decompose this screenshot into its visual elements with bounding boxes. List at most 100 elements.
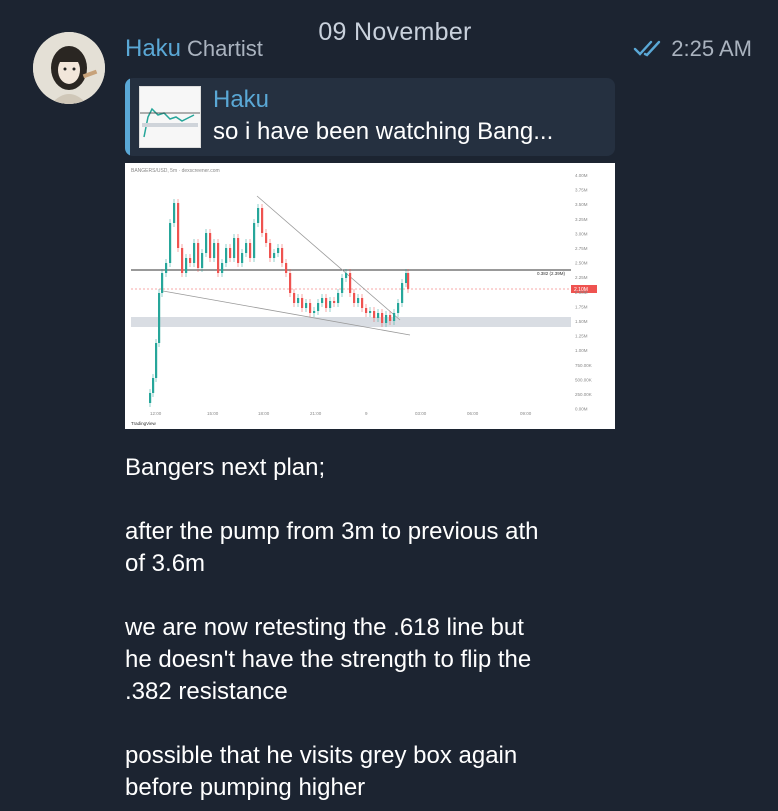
y-tick-label: 2.25M xyxy=(575,275,588,280)
candle xyxy=(329,301,332,308)
message-line: of 3.6m xyxy=(125,550,206,577)
message-line: possible that he visits grey box again xyxy=(125,742,518,769)
message-line: he doesn't have the strength to flip the xyxy=(125,646,532,673)
candle xyxy=(152,378,155,393)
y-tick-label: 2.75M xyxy=(575,246,588,251)
y-tick-label: 1.50M xyxy=(575,319,588,324)
y-tick-label: 2.00M xyxy=(575,290,588,295)
message-line: after the pump from 3m to previous ath xyxy=(125,518,539,545)
avatar-image xyxy=(33,32,105,104)
candle xyxy=(165,263,168,273)
x-tick-label: 06:00 xyxy=(467,411,479,416)
candle xyxy=(377,313,380,318)
candle xyxy=(155,343,158,378)
message-line-blank xyxy=(125,708,625,740)
candle xyxy=(397,303,400,313)
candle xyxy=(281,248,284,263)
candle xyxy=(401,283,404,303)
candle xyxy=(369,311,372,313)
candle xyxy=(213,243,216,258)
candle xyxy=(205,233,208,253)
candle xyxy=(313,311,316,313)
message-meta: 2:25 AM xyxy=(633,36,752,62)
message-line: .382 resistance xyxy=(125,678,288,705)
candle xyxy=(158,293,161,343)
reply-thumbnail xyxy=(139,86,201,148)
candle xyxy=(381,313,384,323)
chart-header-text: BANGERS/USD, 5m · dexscreener.com xyxy=(131,168,220,174)
candle xyxy=(241,253,244,263)
candle xyxy=(261,208,264,233)
candle xyxy=(257,208,260,223)
reply-text: so i have been watching Bang... xyxy=(213,118,554,145)
candle xyxy=(233,238,236,258)
y-tick-label: 3.25M xyxy=(575,217,588,222)
reply-accent-bar xyxy=(125,78,130,156)
x-tick-label: 03:00 xyxy=(415,411,427,416)
message-time: 2:25 AM xyxy=(671,36,752,61)
message-line: we are now retesting the .618 line but xyxy=(125,614,524,641)
x-tick-label: 12:00 xyxy=(150,411,162,416)
candle xyxy=(149,393,152,403)
candle xyxy=(297,298,300,303)
tradingview-watermark: TradingView xyxy=(131,421,157,426)
y-tick-label: 500.00K xyxy=(575,377,592,382)
candle xyxy=(173,203,176,223)
y-tick-label: 0.00M xyxy=(575,407,588,412)
candle xyxy=(361,298,364,308)
candle xyxy=(285,263,288,273)
candle xyxy=(309,303,312,313)
candle xyxy=(217,243,220,273)
candle xyxy=(181,248,184,273)
candle xyxy=(221,263,224,273)
candle xyxy=(385,315,388,323)
sender-header: Haku Chartist xyxy=(125,35,263,63)
message-line: Bangers next plan; xyxy=(125,454,326,481)
chart-screenshot: BANGERS/USD, 5m · dexscreener.com 0.382 … xyxy=(125,163,615,429)
x-tick-label: 09:00 xyxy=(520,411,532,416)
x-tick-label: 18:00 xyxy=(258,411,270,416)
candle xyxy=(185,258,188,273)
y-tick-label: 1.25M xyxy=(575,334,588,339)
message-line-blank xyxy=(125,580,625,612)
y-tick-label: 2.50M xyxy=(575,261,588,266)
fib-382-label: 0.382 (2.39M) xyxy=(537,271,566,276)
sender-name[interactable]: Haku xyxy=(125,35,181,62)
candle xyxy=(197,243,200,268)
candle xyxy=(237,238,240,263)
grey-box-zone xyxy=(131,317,571,327)
reply-preview[interactable]: Haku so i have been watching Bang... xyxy=(125,78,615,156)
candle xyxy=(317,303,320,311)
candle xyxy=(225,248,228,263)
candle xyxy=(277,248,280,253)
candle xyxy=(407,273,410,289)
candle xyxy=(349,273,352,293)
candle xyxy=(245,243,248,253)
candle xyxy=(265,233,268,243)
candle xyxy=(325,298,328,308)
reply-sender-name: Haku xyxy=(213,86,270,113)
candle xyxy=(249,243,252,258)
double-check-icon xyxy=(633,40,665,58)
avatar[interactable] xyxy=(33,32,105,104)
chart-image[interactable]: BANGERS/USD, 5m · dexscreener.com 0.382 … xyxy=(125,163,615,429)
candle xyxy=(229,248,232,258)
y-tick-label: 750.00K xyxy=(575,363,592,368)
candle xyxy=(357,298,360,303)
y-tick-label: 1.75M xyxy=(575,304,588,309)
y-tick-label: 3.00M xyxy=(575,231,588,236)
candle xyxy=(177,203,180,248)
candle xyxy=(189,258,192,263)
candle xyxy=(341,278,344,293)
y-tick-label: 3.50M xyxy=(575,202,588,207)
candle xyxy=(345,273,348,278)
candle xyxy=(169,223,172,263)
candle xyxy=(293,293,296,303)
candle xyxy=(365,308,368,313)
candle xyxy=(405,273,408,283)
candle xyxy=(209,233,212,258)
candle xyxy=(333,301,336,303)
y-tick-label: 1.00M xyxy=(575,348,588,353)
candle xyxy=(269,243,272,258)
candle xyxy=(389,315,392,321)
